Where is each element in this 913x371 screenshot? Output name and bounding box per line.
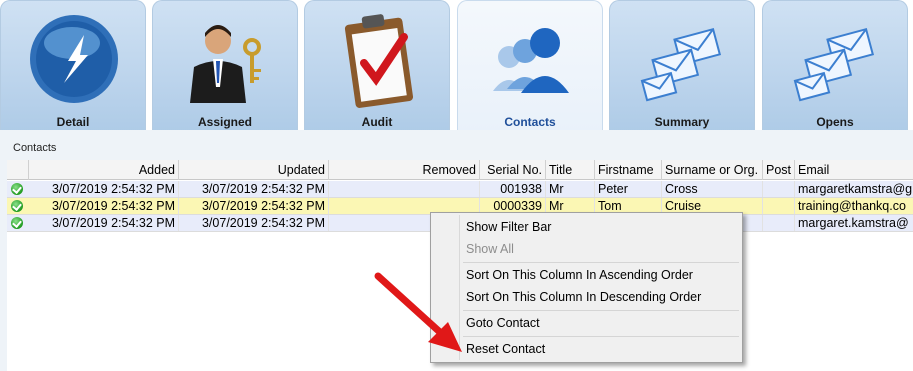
clipboard-check-icon xyxy=(344,14,414,108)
tab-label: Assigned xyxy=(197,115,252,129)
column-header-firstname[interactable]: Firstname xyxy=(595,160,662,180)
cell-added: 3/07/2019 2:54:32 PM xyxy=(29,198,179,214)
column-header-updated[interactable]: Updated xyxy=(179,160,329,180)
context-menu: Show Filter Bar Show All Sort On This Co… xyxy=(430,212,743,363)
menu-item-sort-ascending[interactable]: Sort On This Column In Ascending Order xyxy=(466,265,693,285)
check-icon xyxy=(11,183,23,195)
tab-label: Contacts xyxy=(504,115,556,129)
envelopes-icon xyxy=(640,27,722,102)
check-icon xyxy=(11,217,23,229)
column-header-serial[interactable]: Serial No. xyxy=(480,160,546,180)
cell-updated: 3/07/2019 2:54:32 PM xyxy=(179,198,329,214)
grid-header: Added Updated Removed Serial No. Title F… xyxy=(7,160,913,180)
businessman-key-icon xyxy=(190,25,261,103)
cell-email: training@thankq.co xyxy=(798,199,906,213)
cell-email: margaretkamstra@g xyxy=(798,182,913,196)
cell-added: 3/07/2019 2:54:32 PM xyxy=(29,215,179,231)
column-header-email[interactable]: Email xyxy=(795,160,913,180)
cell-surname: Cross xyxy=(662,181,763,197)
menu-separator xyxy=(463,310,739,311)
cell-serial: 001938 xyxy=(480,181,546,197)
panel-caption: Contacts xyxy=(13,142,57,154)
column-header-surname[interactable]: Surname or Org. xyxy=(662,160,763,180)
tab-label: Audit xyxy=(361,115,393,129)
tab-summary[interactable]: Summary xyxy=(609,0,755,132)
tab-assigned[interactable]: Assigned xyxy=(152,0,298,132)
cell-post xyxy=(763,181,795,197)
column-header-post[interactable]: Post xyxy=(763,160,795,180)
people-group-icon xyxy=(493,28,569,93)
menu-separator xyxy=(463,336,739,337)
column-header-added[interactable]: Added xyxy=(29,160,179,180)
cell-updated: 3/07/2019 2:54:32 PM xyxy=(179,215,329,231)
tab-strip: Detail Assigned Audit Contacts Summary O… xyxy=(0,0,913,132)
menu-item-show-all: Show All xyxy=(466,242,514,256)
cell-firstname: Peter xyxy=(595,181,662,197)
menu-item-goto-contact[interactable]: Goto Contact xyxy=(466,313,540,333)
cell-title: Mr xyxy=(546,181,595,197)
tab-contacts[interactable]: Contacts xyxy=(457,0,603,132)
column-header-status[interactable] xyxy=(7,160,29,180)
tab-label: Detail xyxy=(56,115,90,129)
envelopes-icon xyxy=(793,27,875,102)
table-row[interactable]: 3/07/2019 2:54:32 PM 3/07/2019 2:54:32 P… xyxy=(7,181,913,198)
cell-post xyxy=(763,215,795,231)
cell-added: 3/07/2019 2:54:32 PM xyxy=(29,181,179,197)
tab-audit[interactable]: Audit xyxy=(304,0,450,132)
annotation-arrow-icon xyxy=(374,272,462,352)
check-icon xyxy=(11,200,23,212)
column-header-removed[interactable]: Removed xyxy=(329,160,480,180)
column-header-title[interactable]: Title xyxy=(546,160,595,180)
menu-item-reset-contact[interactable]: Reset Contact xyxy=(466,339,545,359)
menu-item-show-filter-bar[interactable]: Show Filter Bar xyxy=(466,217,551,237)
lightning-globe-icon xyxy=(30,15,118,103)
tab-detail[interactable]: Detail xyxy=(0,0,146,132)
menu-item-sort-descending[interactable]: Sort On This Column In Descending Order xyxy=(466,287,701,307)
cell-removed xyxy=(329,181,480,197)
cell-post xyxy=(763,198,795,214)
cell-email: margaret.kamstra@ xyxy=(798,216,909,230)
tab-label: Summary xyxy=(654,115,710,129)
tab-opens[interactable]: Opens xyxy=(762,0,908,132)
cell-updated: 3/07/2019 2:54:32 PM xyxy=(179,181,329,197)
tab-label: Opens xyxy=(816,115,854,129)
menu-separator xyxy=(463,262,739,263)
